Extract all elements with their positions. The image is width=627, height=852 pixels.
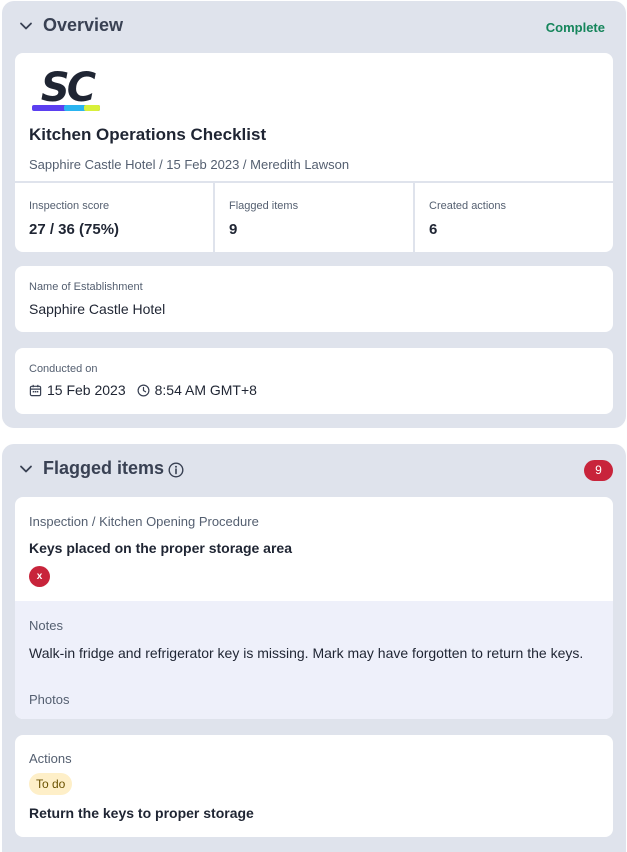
- flagged-count-badge: 9: [584, 460, 613, 481]
- chevron-down-icon[interactable]: [18, 461, 34, 477]
- conducted-time: 8:54 AM GMT+8: [154, 382, 257, 398]
- document-title: Kitchen Operations Checklist: [29, 125, 267, 144]
- inspection-summary-card: SC Kitchen Operations Checklist Sapphire…: [15, 53, 613, 252]
- flagged-items-section: Flagged items 9 Inspection / Kitchen Ope…: [2, 444, 626, 852]
- flagged-item-card[interactable]: Inspection / Kitchen Opening Procedure K…: [15, 497, 613, 719]
- establishment-card: Name of Establishment Sapphire Castle Ho…: [15, 266, 613, 332]
- conducted-date: 15 Feb 2023: [47, 382, 126, 398]
- response-no-badge: x: [29, 566, 50, 587]
- photos-label: Photos: [29, 692, 70, 707]
- stat-value: 6: [429, 221, 438, 238]
- overview-header[interactable]: Overview Complete: [2, 1, 626, 49]
- conducted-on-label: Conducted on: [29, 363, 98, 375]
- stat-value: 9: [229, 221, 238, 238]
- status-complete-label: Complete: [545, 20, 605, 35]
- stat-inspection-score: Inspection score 27 / 36 (75%): [15, 183, 213, 252]
- establishment-value: Sapphire Castle Hotel: [29, 301, 166, 317]
- establishment-label: Name of Establishment: [29, 281, 143, 293]
- stat-label: Inspection score: [29, 200, 110, 212]
- stat-flagged-items[interactable]: Flagged items 9: [213, 183, 413, 252]
- stats-row: Inspection score 27 / 36 (75%) Flagged i…: [15, 181, 613, 252]
- overview-title: Overview: [43, 15, 124, 35]
- stat-label: Flagged items: [229, 200, 299, 212]
- item-question: Keys placed on the proper storage area: [29, 540, 292, 556]
- flagged-items-header[interactable]: Flagged items 9: [2, 444, 626, 492]
- conducted-on-row: 15 Feb 2023 8:54 AM GMT+8: [29, 382, 257, 398]
- conducted-on-card: Conducted on 15 Feb 2023 8:54 AM GMT+8: [15, 348, 613, 414]
- notes-panel: Notes Walk-in fridge and refrigerator ke…: [15, 601, 613, 719]
- actions-card[interactable]: Actions To do Return the keys to proper …: [15, 735, 613, 837]
- document-meta: Sapphire Castle Hotel / 15 Feb 2023 / Me…: [29, 157, 350, 172]
- item-path: Inspection / Kitchen Opening Procedure: [29, 514, 259, 529]
- sc-logo: SC: [32, 65, 100, 111]
- chevron-down-icon[interactable]: [18, 18, 34, 34]
- conducted-time-group: 8:54 AM GMT+8: [137, 382, 257, 398]
- action-title[interactable]: Return the keys to proper storage: [29, 805, 254, 821]
- notes-text: Walk-in fridge and refrigerator key is m…: [29, 645, 584, 661]
- stat-value: 27 / 36 (75%): [29, 221, 120, 238]
- flagged-items-title: Flagged items: [43, 458, 165, 478]
- svg-text:SC: SC: [41, 65, 96, 111]
- stat-created-actions[interactable]: Created actions 6: [413, 183, 613, 252]
- action-status-badge: To do: [29, 773, 73, 795]
- info-icon[interactable]: [168, 462, 184, 478]
- clock-icon: [137, 384, 150, 396]
- calendar-icon: [29, 384, 42, 396]
- notes-label: Notes: [29, 618, 63, 633]
- stat-label: Created actions: [429, 200, 507, 212]
- overview-section: Overview Complete SC Kitchen Operations …: [2, 1, 626, 428]
- actions-label: Actions: [29, 751, 72, 766]
